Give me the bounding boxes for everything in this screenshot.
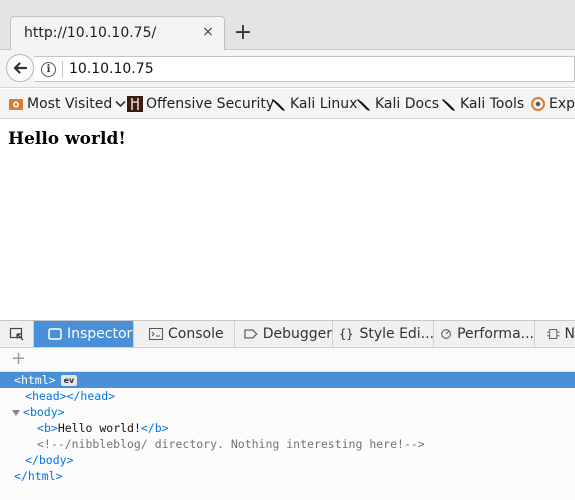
markup-view: <html> ev <head></head> <body> <b>Hello w… — [0, 372, 575, 500]
gear-icon — [9, 99, 23, 110]
debugger-icon — [244, 329, 258, 339]
tag-name: html — [20, 373, 49, 387]
bookmark-label: Kali Linux — [290, 96, 358, 112]
bookmark-label: Offensive Security — [146, 96, 275, 112]
expand-twisty-icon[interactable] — [12, 409, 20, 416]
element-picker-icon — [9, 327, 23, 341]
bookmark-label: Kali Docs — [375, 96, 440, 112]
chevron-down-icon — [115, 100, 126, 108]
markup-node-body-close[interactable]: </body> — [0, 452, 575, 468]
tab-debugger[interactable]: Debugger — [230, 321, 333, 347]
back-arrow-icon — [13, 62, 28, 74]
performance-icon — [441, 329, 451, 339]
tag-name: /html — [20, 469, 56, 483]
tab-label: Style Edi... — [359, 326, 434, 342]
bookmark-exploit-db[interactable]: Expl — [530, 95, 575, 113]
browser-tab[interactable]: http://10.10.10.75/ × — [10, 16, 225, 51]
close-icon[interactable]: × — [200, 24, 216, 40]
tag-name: /b — [147, 421, 162, 435]
page-viewport: Hello world! — [0, 120, 575, 320]
network-icon — [547, 329, 560, 339]
inspector-toolbar: + — [0, 348, 575, 372]
new-tab-button[interactable]: + — [232, 22, 254, 44]
url-text[interactable]: 10.10.10.75 — [69, 61, 154, 77]
offsec-icon — [127, 96, 143, 112]
markup-node-body[interactable]: <body> — [0, 404, 575, 420]
devtools-panel: Inspector Console Debugger {} Style Edi.… — [0, 320, 575, 500]
text-node: Hello world! — [57, 421, 141, 435]
exploit-db-icon — [531, 97, 545, 111]
tab-performance[interactable]: Performa... — [426, 321, 535, 347]
bookmark-kali-linux[interactable]: Kali Linux — [271, 95, 357, 113]
tab-strip: http://10.10.10.75/ × + — [0, 0, 575, 51]
page-heading: Hello world! — [8, 129, 126, 149]
inspector-icon — [48, 328, 62, 340]
kali-dragon-icon — [357, 99, 370, 111]
tab-console[interactable]: Console — [135, 321, 235, 347]
markup-node-comment[interactable]: <!--/nibbleblog/ directory. Nothing inte… — [0, 436, 575, 452]
tab-network[interactable]: N — [535, 321, 575, 347]
tag-name: body — [29, 405, 58, 419]
bookmark-label: Expl — [549, 96, 575, 112]
bookmark-label: Kali Tools — [460, 96, 525, 112]
bookmark-label: Most Visited — [27, 96, 113, 112]
comment-node: <!--/nibbleblog/ directory. Nothing inte… — [37, 437, 425, 451]
tag-name: b — [43, 421, 51, 435]
navigation-bar: i 10.10.10.75 — [0, 50, 575, 88]
markup-node-html[interactable]: <html> ev — [0, 372, 575, 388]
bookmark-kali-tools[interactable]: Kali Tools — [441, 95, 524, 113]
tag-name: /body — [31, 453, 67, 467]
devtools-tab-bar: Inspector Console Debugger {} Style Edi.… — [0, 321, 575, 348]
kali-dragon-icon — [442, 99, 455, 111]
bookmarks-toolbar: Most Visited Offensive Security Kali Lin… — [0, 89, 575, 119]
markup-node-html-close[interactable]: </html> — [0, 468, 575, 484]
bookmark-most-visited[interactable]: Most Visited — [8, 95, 126, 113]
tab-title: http://10.10.10.75/ — [24, 25, 157, 41]
markup-node-head[interactable]: <head></head> — [0, 388, 575, 404]
info-icon[interactable]: i — [41, 62, 56, 77]
bookmark-offensive-security[interactable]: Offensive Security — [127, 95, 274, 113]
tag-name: head — [31, 389, 60, 403]
tab-label: Performa... — [457, 326, 534, 342]
element-picker-button[interactable] — [0, 321, 34, 347]
bookmark-kali-docs[interactable]: Kali Docs — [356, 95, 439, 113]
tab-label: Console — [168, 326, 224, 342]
kali-dragon-icon — [272, 99, 285, 111]
event-badge[interactable]: ev — [60, 375, 78, 386]
back-button[interactable] — [6, 54, 34, 82]
tag-name: /head — [73, 389, 109, 403]
tab-label: N — [564, 326, 575, 342]
tab-label: Inspector — [67, 326, 133, 342]
console-icon — [149, 328, 163, 340]
braces-icon: {} — [339, 327, 354, 341]
tab-inspector[interactable]: Inspector — [34, 321, 134, 347]
markup-node-b[interactable]: <b>Hello world!</b> — [0, 420, 575, 436]
url-separator — [62, 61, 63, 78]
url-bar[interactable]: i 10.10.10.75 — [34, 56, 575, 82]
tab-style-editor[interactable]: {} Style Edi... — [327, 321, 434, 347]
tab-label: Debugger — [262, 326, 332, 342]
add-node-button[interactable]: + — [11, 350, 26, 368]
